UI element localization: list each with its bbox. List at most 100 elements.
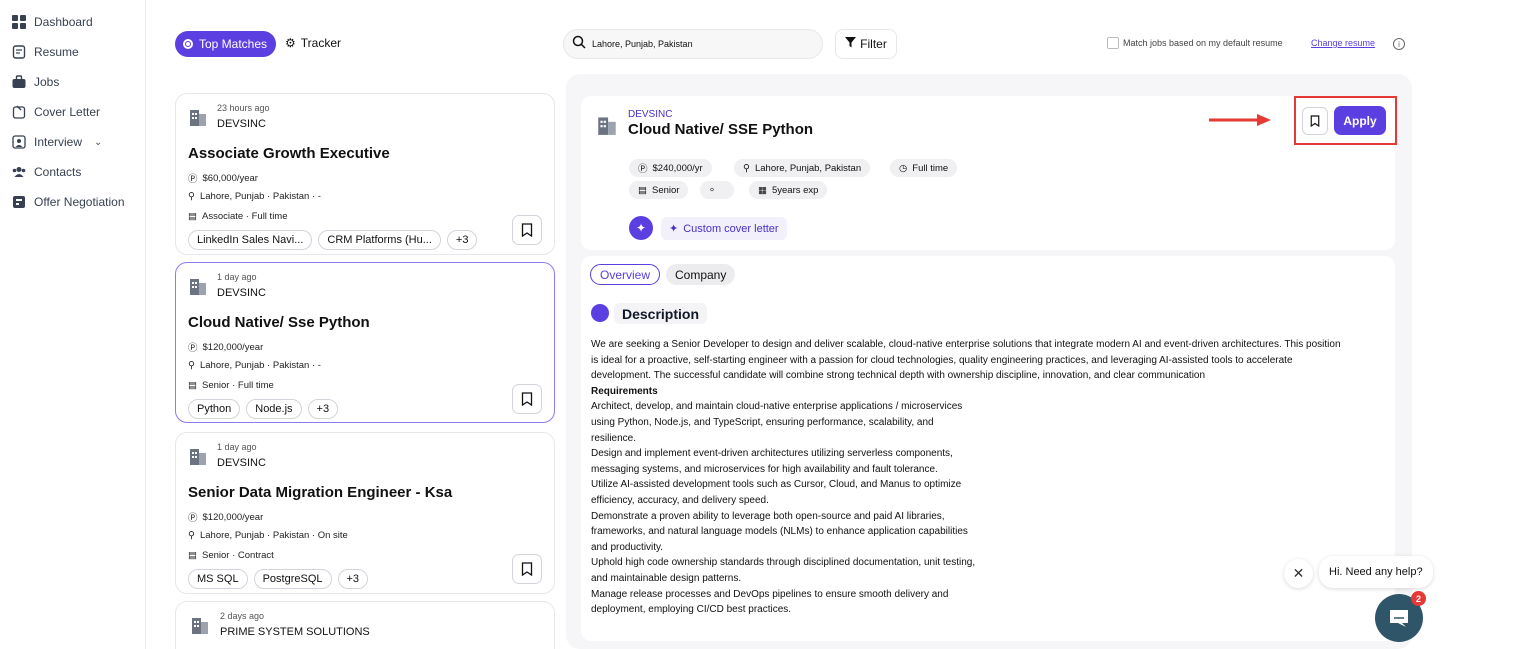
skill-tags: MS SQL PostgreSQL +3 — [188, 569, 369, 589]
level-row: ▤ Senior · Full time — [188, 380, 274, 391]
tab-overview[interactable]: Overview — [590, 264, 661, 285]
requirement-line: messaging systems, and microservices for… — [591, 463, 938, 475]
briefcase-icon: ▤ — [188, 550, 197, 561]
chat-greeting[interactable]: Hi. Need any help? — [1319, 556, 1433, 588]
requirement-line: efficiency, accuracy, and delivery speed… — [591, 494, 769, 506]
company-name: DEVSINC — [217, 457, 266, 469]
match-resume-toggle[interactable]: Match jobs based on my default resume — [1107, 37, 1283, 49]
sidebar-item-label: Interview — [34, 135, 83, 149]
job-card[interactable]: 1 day ago DEVSINC Senior Data Migration … — [175, 432, 555, 594]
bookmark-button[interactable] — [512, 215, 542, 245]
job-card[interactable]: 2 days ago PRIME SYSTEM SOLUTIONS — [175, 601, 555, 649]
salary-row: Ⓟ $60,000/year — [188, 171, 258, 186]
more-tags-badge[interactable]: +3 — [446, 230, 478, 250]
chip-label: 5years exp — [771, 184, 819, 196]
tab-label: Top Matches — [199, 37, 268, 51]
search-box[interactable] — [563, 29, 823, 59]
posted-time: 1 day ago — [217, 442, 257, 452]
chat-close-button[interactable]: ✕ — [1284, 559, 1313, 588]
sidebar-item-label: Cover Letter — [34, 105, 101, 119]
tab-label: Tracker — [300, 36, 341, 50]
briefcase-icon: ▤ — [188, 380, 197, 391]
sidebar-item-dashboard[interactable]: Dashboard — [12, 13, 93, 31]
requirements-heading: Requirements — [591, 385, 658, 397]
briefcase-icon: ▤ — [188, 211, 197, 222]
cover-letter-icon — [12, 105, 26, 119]
change-resume-link[interactable]: Change resume — [1311, 38, 1375, 48]
requirement-line: Demonstrate a proven ability to leverage… — [591, 510, 945, 522]
requirement-line: Manage release processes and DevOps pipe… — [591, 588, 949, 600]
briefcase-icon: ▤ — [638, 184, 647, 196]
level: Associate · Full time — [201, 211, 288, 222]
company-name: DEVSINC — [217, 287, 266, 299]
dollar-icon: Ⓟ — [188, 513, 198, 524]
job-title[interactable]: Cloud Native/ Sse Python — [188, 314, 370, 331]
chip-label: Lahore, Punjab, Pakistan — [754, 162, 862, 174]
apply-button[interactable]: Apply — [1334, 106, 1386, 135]
location-search-input[interactable] — [592, 39, 792, 49]
job-card-selected[interactable]: 1 day ago DEVSINC Cloud Native/ Sse Pyth… — [175, 262, 555, 423]
interview-icon — [12, 135, 26, 149]
bookmark-button[interactable] — [512, 554, 542, 584]
info-icon[interactable]: i — [1393, 38, 1405, 50]
job-card[interactable]: 23 hours ago DEVSINC Associate Growth Ex… — [175, 93, 555, 255]
company-logo-icon — [190, 279, 206, 295]
dollar-icon: Ⓟ — [188, 174, 198, 185]
sidebar-item-cover-letter[interactable]: Cover Letter — [12, 103, 100, 121]
filter-button[interactable]: Filter — [835, 29, 897, 59]
level-row: ▤ Senior · Contract — [188, 550, 274, 561]
skill-tags: Python Node.js +3 — [188, 399, 339, 419]
level-row: ▤ Associate · Full time — [188, 211, 288, 222]
chevron-down-icon[interactable]: ⌄ — [94, 137, 102, 148]
location-row: ⚲ Lahore, Punjab · Pakistan · On site — [188, 530, 348, 541]
tracker-icon: ⚙ — [285, 36, 296, 50]
requirement-line: deployment, employing CI/CD best practic… — [591, 604, 792, 616]
sidebar-item-label: Contacts — [34, 165, 82, 179]
sidebar-item-offer-negotiation[interactable]: Offer Negotiation — [12, 193, 125, 211]
description-icon — [591, 304, 609, 322]
level: Senior · Full time — [201, 380, 274, 391]
sidebar-item-jobs[interactable]: Jobs — [12, 73, 59, 91]
bookmark-button[interactable] — [1302, 107, 1328, 135]
target-icon — [183, 39, 193, 49]
close-icon: ✕ — [1292, 565, 1305, 581]
company-name: PRIME SYSTEM SOLUTIONS — [220, 626, 370, 638]
location-row: ⚲ Lahore, Punjab · Pakistan · - — [188, 191, 321, 202]
description-text: We are seeking a Senior Developer to des… — [591, 337, 1391, 618]
tab-tracker[interactable]: ⚙ Tracker — [285, 36, 341, 50]
misc-icon: ⚪ — [709, 187, 715, 194]
sidebar-item-resume[interactable]: Resume — [12, 43, 79, 61]
seniority-chip: ▤ Senior — [629, 181, 689, 199]
detail-job-title: Cloud Native/ SSE Python — [628, 121, 814, 138]
skill-tag: Node.js — [246, 399, 302, 419]
briefcase-icon — [12, 75, 26, 89]
job-title[interactable]: Associate Growth Executive — [188, 145, 390, 162]
skill-tag: PostgreSQL — [253, 569, 332, 589]
requirement-line: resilience. — [591, 432, 637, 444]
job-title[interactable]: Senior Data Migration Engineer - Ksa — [188, 484, 452, 501]
tab-top-matches[interactable]: Top Matches — [175, 31, 277, 57]
sidebar-item-interview[interactable]: Interview ⌄ — [12, 133, 102, 151]
sparkle-icon[interactable]: ✦ — [629, 216, 653, 240]
sidebar-item-contacts[interactable]: Contacts — [12, 163, 81, 181]
bookmark-icon — [1310, 115, 1320, 127]
match-resume-label: Match jobs based on my default resume — [1123, 38, 1283, 48]
tab-company[interactable]: Company — [666, 264, 736, 285]
more-tags-badge[interactable]: +3 — [337, 569, 369, 589]
salary: $120,000/year — [202, 511, 264, 523]
location-icon: ⚲ — [743, 162, 750, 174]
requirement-line: and maintainable design patterns. — [591, 572, 742, 584]
more-tags-badge[interactable]: +3 — [307, 399, 339, 419]
salary: $120,000/year — [202, 341, 264, 353]
description-line: We are seeking a Senior Developer to des… — [591, 339, 1341, 350]
company-logo-icon — [598, 117, 616, 135]
clock-icon: ◷ — [899, 162, 908, 174]
bookmark-icon — [521, 562, 533, 576]
custom-cover-letter-button[interactable]: ✦ Custom cover letter — [661, 217, 787, 240]
match-resume-checkbox[interactable] — [1107, 37, 1119, 49]
bookmark-button[interactable] — [512, 384, 542, 414]
skill-tags: LinkedIn Sales Navi... CRM Platforms (Hu… — [188, 230, 478, 250]
description-heading: Description — [614, 303, 708, 324]
detail-company-name[interactable]: DEVSINC — [628, 109, 672, 120]
requirement-line: Utilize AI-assisted development tools su… — [591, 479, 962, 491]
